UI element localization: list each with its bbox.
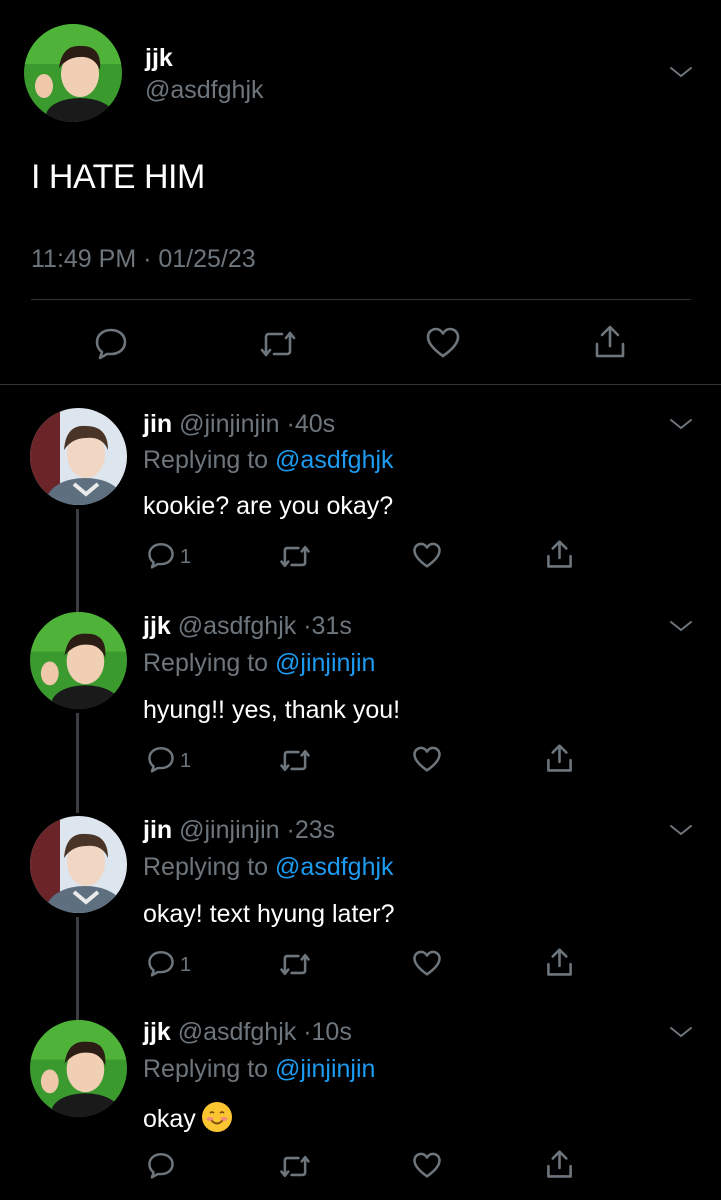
tweet-text: I HATE HIM	[31, 158, 205, 196]
separator: ·	[286, 410, 295, 438]
reply-icon[interactable]	[147, 1151, 175, 1184]
reply-text: okay	[143, 1105, 196, 1133]
separator: ·	[303, 612, 312, 640]
replying-prefix: Replying to	[143, 1055, 269, 1083]
share-icon[interactable]	[545, 1149, 574, 1185]
retweet-icon[interactable]	[278, 747, 312, 779]
author-name[interactable]: jjk	[143, 1018, 171, 1046]
author-name[interactable]: jjk	[143, 612, 171, 640]
replying-to: Replying to @jinjinjin	[143, 1055, 375, 1084]
reply-tweet: jin @jinjinjin ·40s Replying to @asdfghj…	[0, 404, 721, 619]
retweet-icon[interactable]	[278, 951, 312, 983]
author-handle[interactable]: @asdfghjk	[178, 612, 297, 640]
reply-icon[interactable]	[147, 745, 175, 778]
like-icon[interactable]	[412, 950, 442, 982]
thread-line	[76, 917, 79, 1022]
share-icon[interactable]	[545, 539, 574, 575]
reply-text: hyung!! yes, thank you!	[143, 696, 401, 724]
reply-count: 1	[180, 954, 192, 976]
avatar[interactable]	[24, 24, 122, 122]
reply-text: okay! text hyung later?	[143, 900, 395, 928]
chevron-down-icon[interactable]	[669, 64, 693, 80]
thread-line	[76, 713, 79, 813]
mention-link[interactable]: @asdfghjk	[275, 446, 394, 474]
retweet-icon[interactable]	[258, 328, 298, 365]
separator: ·	[286, 816, 295, 844]
replying-prefix: Replying to	[143, 853, 269, 881]
retweet-icon[interactable]	[278, 543, 312, 575]
chevron-down-icon[interactable]	[669, 1024, 693, 1040]
chevron-down-icon[interactable]	[669, 822, 693, 838]
reply-icon[interactable]	[147, 949, 175, 982]
avatar[interactable]	[30, 612, 127, 709]
reply-count: 1	[180, 750, 192, 772]
avatar-image	[24, 24, 122, 122]
like-icon[interactable]	[412, 1152, 442, 1184]
chevron-down-icon[interactable]	[669, 416, 693, 432]
like-icon[interactable]	[412, 746, 442, 778]
author-name[interactable]: jjk	[145, 44, 173, 73]
thread-line	[76, 509, 79, 619]
author-handle[interactable]: @asdfghjk	[145, 76, 264, 105]
reply-tweet: jin @jinjinjin ·23s Replying to @asdfghj…	[0, 812, 721, 1022]
avatar[interactable]	[30, 1020, 127, 1117]
divider	[31, 299, 691, 300]
reply-header: jin @jinjinjin ·23s	[143, 816, 335, 845]
mention-link[interactable]: @jinjinjin	[275, 1055, 375, 1083]
reply-icon[interactable]	[147, 541, 175, 574]
reply-header: jin @jinjinjin ·40s	[143, 410, 335, 439]
share-icon[interactable]	[545, 947, 574, 983]
reply-count: 1	[180, 546, 192, 568]
avatar[interactable]	[30, 816, 127, 913]
author-handle[interactable]: @jinjinjin	[179, 816, 279, 844]
author-handle[interactable]: @jinjinjin	[179, 410, 279, 438]
author-name[interactable]: jin	[143, 816, 172, 844]
reply-time[interactable]: 31s	[312, 612, 352, 640]
like-icon[interactable]	[412, 542, 442, 574]
reply-header: jjk @asdfghjk ·31s	[143, 612, 352, 641]
tweet-timestamp[interactable]: 11:49 PM · 01/25/23	[31, 245, 256, 274]
share-icon[interactable]	[593, 324, 627, 365]
reply-icon[interactable]	[94, 326, 128, 365]
reply-tweet: jjk @asdfghjk ·10s Replying to @jinjinji…	[0, 1016, 721, 1200]
reply-text: kookie? are you okay?	[143, 492, 394, 520]
replying-prefix: Replying to	[143, 446, 269, 474]
reply-time[interactable]: 10s	[312, 1018, 352, 1046]
share-icon[interactable]	[545, 743, 574, 779]
replying-to: Replying to @jinjinjin	[143, 649, 375, 678]
replying-to: Replying to @asdfghjk	[143, 853, 394, 882]
author-name[interactable]: jin	[143, 410, 172, 438]
mention-link[interactable]: @asdfghjk	[275, 853, 394, 881]
mention-link[interactable]: @jinjinjin	[275, 649, 375, 677]
chevron-down-icon[interactable]	[669, 618, 693, 634]
author-handle[interactable]: @asdfghjk	[178, 1018, 297, 1046]
avatar[interactable]	[30, 408, 127, 505]
divider	[0, 384, 721, 385]
like-icon[interactable]	[425, 327, 461, 364]
replying-to: Replying to @asdfghjk	[143, 446, 394, 475]
smiling-face-icon	[201, 1102, 232, 1132]
main-tweet: jjk @asdfghjk I HATE HIM 11:49 PM · 01/2…	[0, 0, 721, 385]
reply-time[interactable]: 23s	[295, 816, 335, 844]
reply-tweet: jjk @asdfghjk ·31s Replying to @jinjinji…	[0, 608, 721, 813]
reply-time[interactable]: 40s	[295, 410, 335, 438]
reply-text-row: okay	[143, 1102, 232, 1134]
replying-prefix: Replying to	[143, 649, 269, 677]
separator: ·	[303, 1018, 312, 1046]
reply-header: jjk @asdfghjk ·10s	[143, 1018, 352, 1047]
retweet-icon[interactable]	[278, 1153, 312, 1185]
